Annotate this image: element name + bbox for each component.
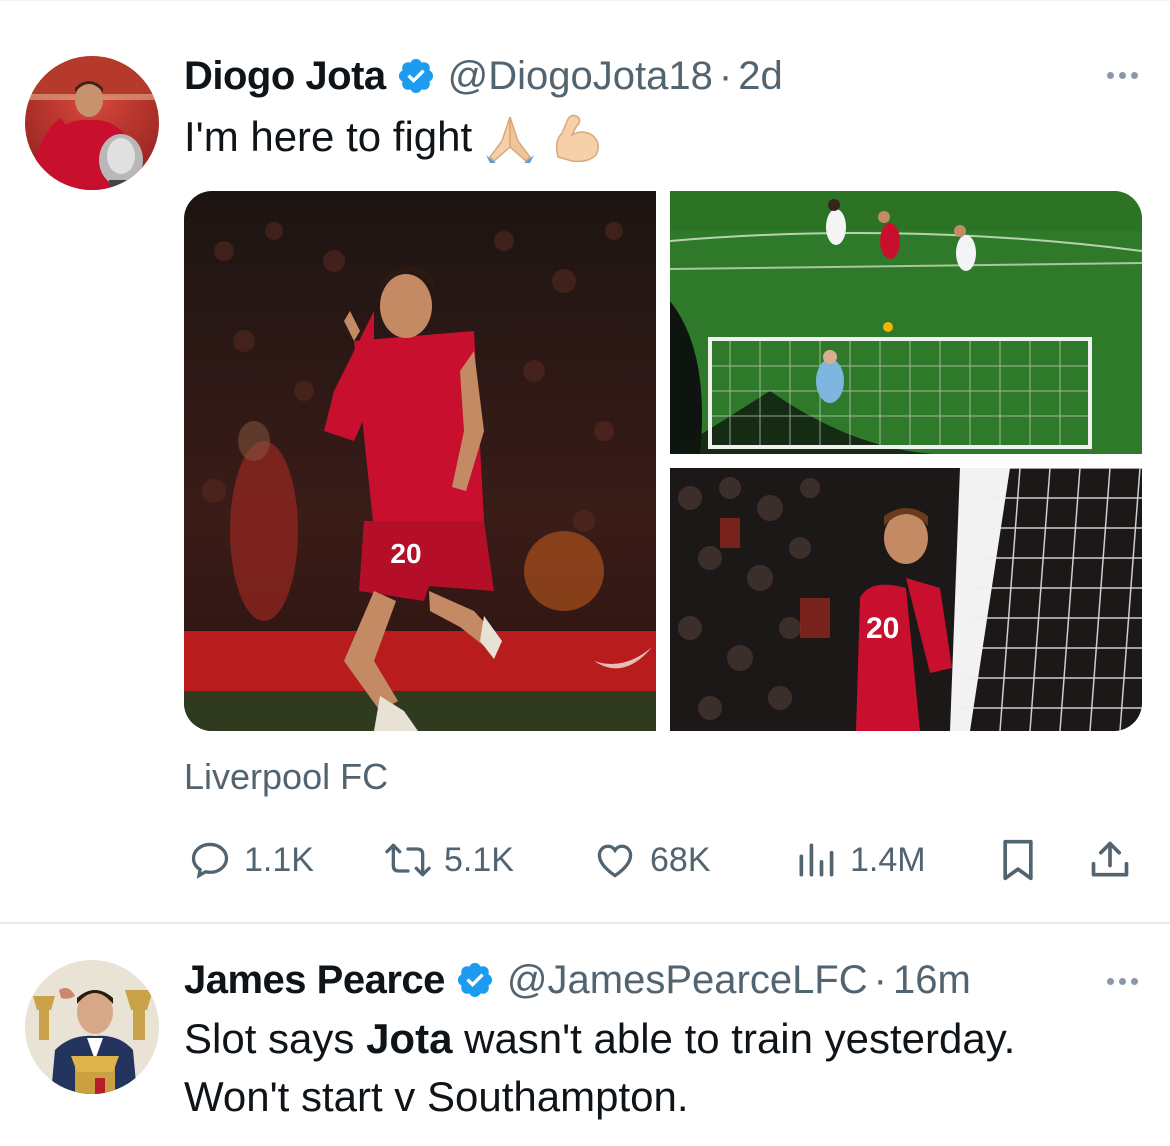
avatar[interactable] [25,56,159,190]
tweet-text: I'm here to fight [184,108,604,166]
tweet-text-line-2: Won't start v Southampton. [184,1073,689,1120]
folded-hands-emoji-icon [482,111,538,163]
separator-dot: · [873,958,887,1002]
views-count: 1.4M [850,840,926,879]
photo-jota-celebration[interactable]: 20 [184,191,656,731]
source-label[interactable]: Liverpool FC [184,756,388,798]
views-button[interactable]: 1.4M [794,830,926,890]
separator-dot: · [718,54,733,98]
tweet-text: Slot says Jota wasn't able to train yest… [184,1010,1144,1126]
views-chart-icon [794,838,838,882]
share-icon [1088,838,1132,882]
media-grid: 20 20 [184,191,1142,731]
share-button[interactable] [1088,830,1132,890]
bookmark-button[interactable] [996,830,1040,890]
tweet-jota[interactable]: Diogo Jota @DiogoJota18 · 2d I'm here to… [0,0,1170,922]
handle[interactable]: @JamesPearceLFC [507,956,868,1004]
display-name[interactable]: James Pearce [184,956,445,1004]
like-count: 68K [650,840,711,879]
tweet-header: Diogo Jota @DiogoJota18 · 2d [184,52,783,100]
svg-text:20: 20 [390,538,421,569]
like-button[interactable]: 68K [592,830,711,890]
reply-button[interactable]: 1.1K [188,830,314,890]
tweet-text-content: I'm here to fight [184,113,473,160]
heart-icon [592,838,638,882]
photo-jota-net-celebration[interactable]: 20 [670,468,1142,731]
svg-text:20: 20 [866,612,899,645]
repost-button[interactable]: 5.1K [384,830,514,890]
action-bar: 1.1K 5.1K 68K 1.4M [184,830,1142,890]
reply-icon [188,838,232,882]
handle[interactable]: @DiogoJota18 [448,52,713,100]
flexed-biceps-emoji-icon [548,111,604,163]
verified-badge-icon [455,960,495,1000]
display-name[interactable]: Diogo Jota [184,52,386,100]
tweet-pearce[interactable]: James Pearce @JamesPearceLFC · 16m Slot … [0,924,1170,1146]
bookmark-icon [996,836,1040,884]
text-part-bold-link[interactable]: Jota [366,1015,452,1062]
verified-badge-icon [396,56,436,96]
photo-jota-shot[interactable] [670,191,1142,454]
repost-icon [384,838,432,882]
repost-count: 5.1K [444,840,514,879]
text-part: wasn't able to train yesterday. [452,1015,1016,1062]
timestamp[interactable]: 2d [738,52,783,100]
more-options-icon[interactable] [1107,978,1138,985]
text-part: Slot says [184,1015,367,1062]
timestamp[interactable]: 16m [893,956,971,1004]
tweet-text-line-1: Slot says Jota wasn't able to train yest… [184,1010,1144,1068]
more-options-icon[interactable] [1107,72,1138,79]
avatar[interactable] [25,960,159,1094]
reply-count: 1.1K [244,840,314,879]
tweet-header: James Pearce @JamesPearceLFC · 16m [184,956,971,1004]
